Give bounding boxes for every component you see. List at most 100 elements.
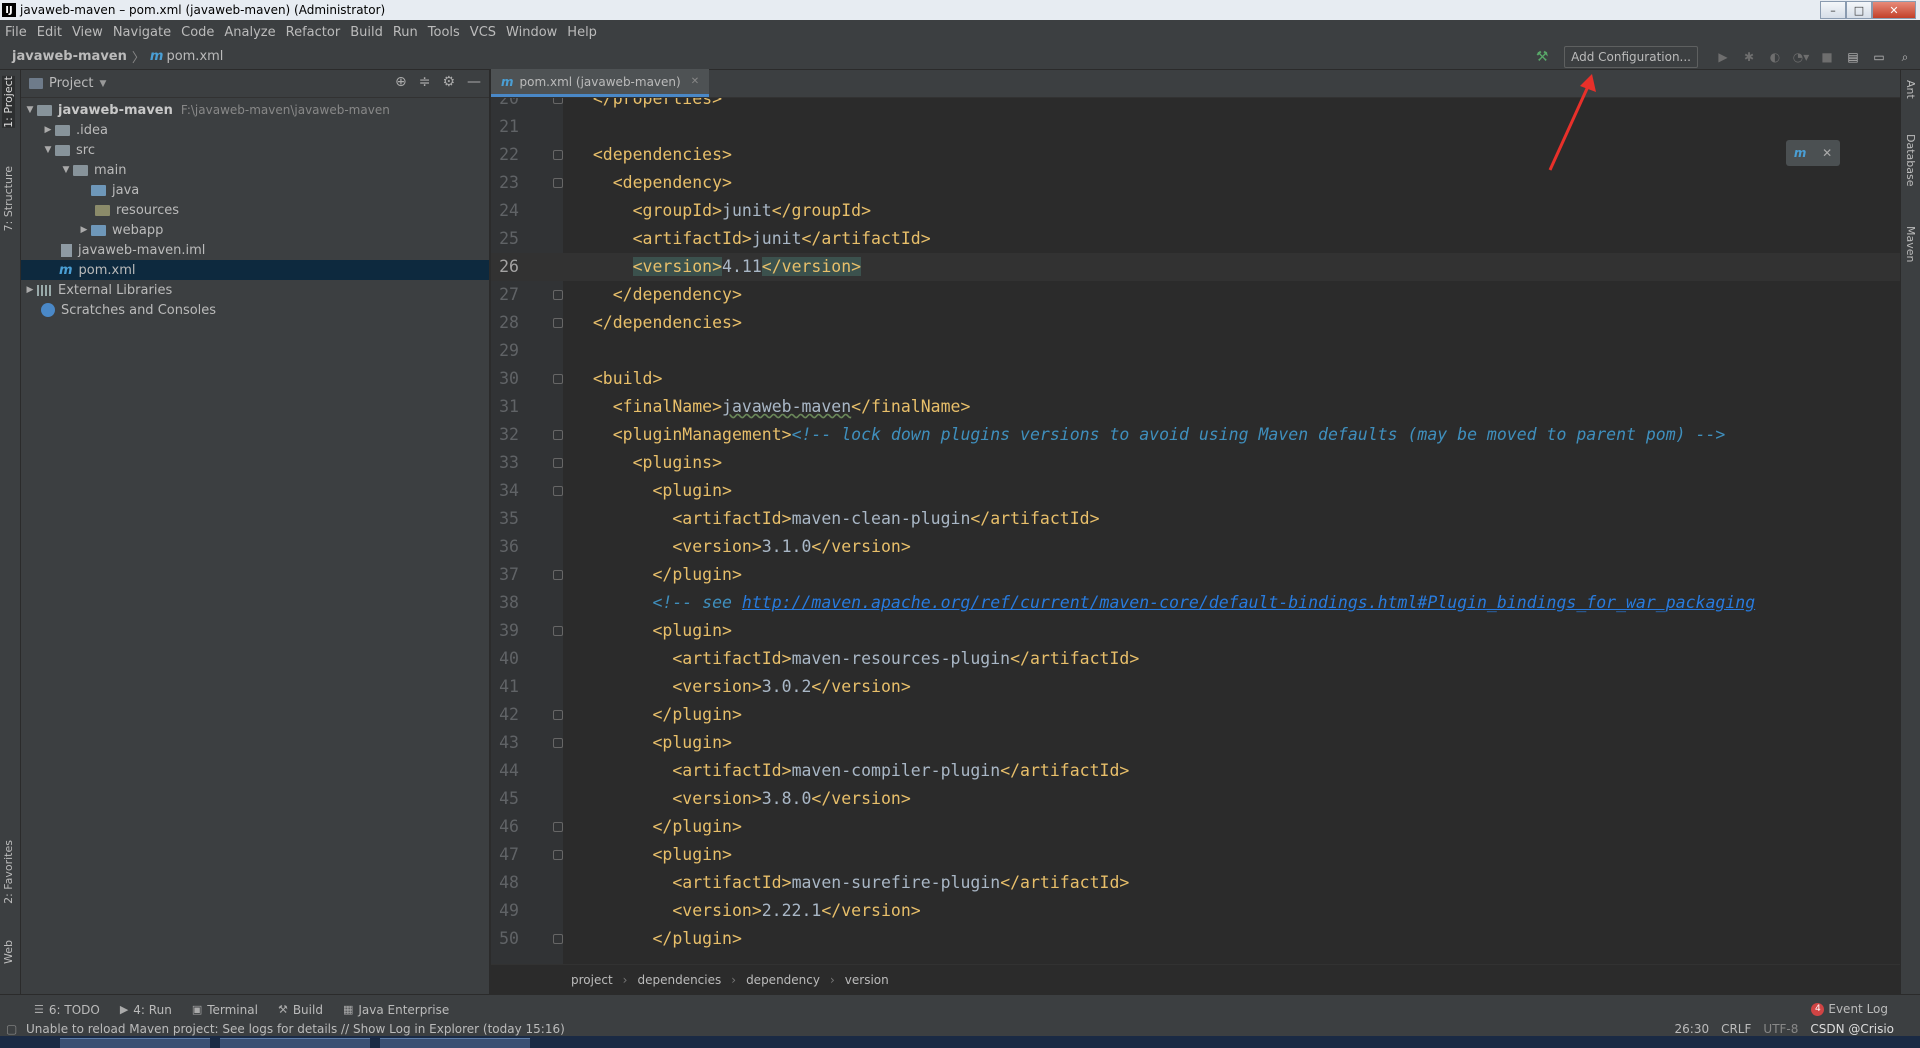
- code-line[interactable]: 24 <groupId>junit</groupId>: [491, 197, 1900, 225]
- code-line[interactable]: 21: [491, 113, 1900, 141]
- menu-run[interactable]: Run: [388, 25, 423, 40]
- tree-item-external-libraries[interactable]: ▶ External Libraries: [21, 280, 489, 300]
- build-hammer-icon[interactable]: ⚒: [1534, 49, 1550, 65]
- close-tab-icon[interactable]: ✕: [691, 76, 699, 87]
- collapsed-arrow-icon[interactable]: ▶: [23, 285, 37, 295]
- crumb-dependencies[interactable]: dependencies: [637, 973, 721, 987]
- code-line[interactable]: 32 <pluginManagement><!-- lock down plug…: [491, 421, 1900, 449]
- crumb-version[interactable]: version: [845, 973, 889, 987]
- database-tool-tab[interactable]: Database: [1904, 134, 1917, 187]
- code-line[interactable]: 29: [491, 337, 1900, 365]
- collapsed-arrow-icon[interactable]: ▶: [77, 225, 91, 235]
- code-line[interactable]: 46 </plugin>: [491, 813, 1900, 841]
- tree-item-webapp[interactable]: ▶ webapp: [21, 220, 489, 240]
- crumb-project[interactable]: project: [571, 973, 613, 987]
- gear-icon[interactable]: ⚙: [442, 74, 455, 90]
- close-icon[interactable]: ✕: [1822, 146, 1832, 160]
- ant-tool-tab[interactable]: Ant: [1904, 80, 1917, 99]
- status-toggle-icon[interactable]: ▢: [6, 1022, 17, 1036]
- expanded-arrow-icon[interactable]: ▼: [23, 105, 37, 115]
- hide-panel-icon[interactable]: —: [467, 74, 481, 90]
- fold-marker-icon[interactable]: [553, 318, 563, 328]
- tree-item-main[interactable]: ▼ main: [21, 160, 489, 180]
- code-line[interactable]: 39 <plugin>: [491, 617, 1900, 645]
- caret-position[interactable]: 26:30: [1675, 1022, 1710, 1036]
- tree-item-idea[interactable]: ▶ .idea: [21, 120, 489, 140]
- code-line[interactable]: 38 <!-- see http://maven.apache.org/ref/…: [491, 589, 1900, 617]
- taskbar-item[interactable]: [380, 1038, 530, 1048]
- fold-marker-icon[interactable]: [553, 934, 563, 944]
- code-line[interactable]: 25 <artifactId>junit</artifactId>: [491, 225, 1900, 253]
- tree-item-resources[interactable]: resources: [21, 200, 489, 220]
- menu-file[interactable]: File: [0, 25, 32, 40]
- fold-marker-icon[interactable]: [553, 822, 563, 832]
- tree-item-scratches[interactable]: Scratches and Consoles: [21, 300, 489, 320]
- code-line[interactable]: 40 <artifactId>maven-resources-plugin</a…: [491, 645, 1900, 673]
- code-line[interactable]: 35 <artifactId>maven-clean-plugin</artif…: [491, 505, 1900, 533]
- menu-edit[interactable]: Edit: [32, 25, 67, 40]
- fold-marker-icon[interactable]: [553, 570, 563, 580]
- crumb-dependency[interactable]: dependency: [746, 973, 820, 987]
- maximize-icon[interactable]: □: [1846, 1, 1872, 19]
- dropdown-caret-icon[interactable]: ▼: [99, 79, 106, 89]
- menu-help[interactable]: Help: [562, 25, 602, 40]
- menu-window[interactable]: Window: [501, 25, 562, 40]
- fold-marker-icon[interactable]: [553, 710, 563, 720]
- code-line[interactable]: 44 <artifactId>maven-compiler-plugin</ar…: [491, 757, 1900, 785]
- fold-marker-icon[interactable]: [553, 458, 563, 468]
- code-line[interactable]: 28 </dependencies>: [491, 309, 1900, 337]
- maven-tool-tab[interactable]: Maven: [1904, 226, 1917, 262]
- tree-item-root[interactable]: ▼ javaweb-maven F:\javaweb-maven\javaweb…: [21, 100, 489, 120]
- tab-pom-xml[interactable]: m pom.xml (javaweb-maven) ✕: [491, 69, 710, 97]
- search-icon[interactable]: ⌕: [1894, 46, 1916, 68]
- stop-icon[interactable]: ■: [1816, 46, 1838, 68]
- fold-marker-icon[interactable]: [553, 150, 563, 160]
- tree-item-pom[interactable]: m pom.xml: [21, 260, 489, 280]
- code-line[interactable]: 30 <build>: [491, 365, 1900, 393]
- favorites-tool-tab[interactable]: 2: Favorites: [2, 840, 15, 904]
- terminal-tool-button[interactable]: ▣ Terminal: [192, 1003, 258, 1017]
- menu-analyze[interactable]: Analyze: [219, 25, 280, 40]
- code-line[interactable]: 26 <version>4.11</version>: [491, 253, 1900, 281]
- taskbar-item[interactable]: [220, 1038, 370, 1048]
- todo-tool-button[interactable]: ☰ 6: TODO: [34, 1003, 100, 1017]
- project-tool-tab[interactable]: 1: Project: [2, 76, 15, 128]
- coverage-icon[interactable]: ◐: [1764, 46, 1786, 68]
- code-line[interactable]: 49 <version>2.22.1</version>: [491, 897, 1900, 925]
- expanded-arrow-icon[interactable]: ▼: [41, 145, 55, 155]
- code-line[interactable]: 34 <plugin>: [491, 477, 1900, 505]
- code-line[interactable]: 22 <dependencies>: [491, 141, 1900, 169]
- maven-reload-icon[interactable]: m: [1794, 146, 1807, 160]
- menu-build[interactable]: Build: [345, 25, 388, 40]
- web-tool-tab[interactable]: Web: [2, 940, 15, 964]
- fold-marker-icon[interactable]: [553, 374, 563, 384]
- tree-item-iml[interactable]: javaweb-maven.iml: [21, 240, 489, 260]
- status-message[interactable]: Unable to reload Maven project: See logs…: [26, 1022, 565, 1036]
- build-tool-button[interactable]: ⚒ Build: [278, 1003, 323, 1017]
- code-line[interactable]: 23 <dependency>: [491, 169, 1900, 197]
- menu-code[interactable]: Code: [176, 25, 219, 40]
- collapsed-arrow-icon[interactable]: ▶: [41, 125, 55, 135]
- line-separator[interactable]: CRLF: [1721, 1022, 1751, 1036]
- menu-tools[interactable]: Tools: [423, 25, 465, 40]
- code-line[interactable]: 41 <version>3.0.2</version>: [491, 673, 1900, 701]
- fold-marker-icon[interactable]: [553, 98, 563, 104]
- menu-navigate[interactable]: Navigate: [108, 25, 176, 40]
- add-configuration-button[interactable]: Add Configuration...: [1564, 46, 1698, 68]
- close-icon[interactable]: ✕: [1872, 1, 1916, 19]
- menu-vcs[interactable]: VCS: [465, 25, 501, 40]
- code-line[interactable]: 45 <version>3.8.0</version>: [491, 785, 1900, 813]
- fold-marker-icon[interactable]: [553, 738, 563, 748]
- code-line[interactable]: 36 <version>3.1.0</version>: [491, 533, 1900, 561]
- code-line[interactable]: 27 </dependency>: [491, 281, 1900, 309]
- code-line[interactable]: 33 <plugins>: [491, 449, 1900, 477]
- structure-tool-tab[interactable]: 7: Structure: [2, 166, 15, 231]
- fold-marker-icon[interactable]: [553, 850, 563, 860]
- debug-icon[interactable]: ✱: [1738, 46, 1760, 68]
- run-icon[interactable]: ▶: [1712, 46, 1734, 68]
- collapse-all-icon[interactable]: ≑: [419, 74, 431, 90]
- fold-marker-icon[interactable]: [553, 290, 563, 300]
- project-structure-icon[interactable]: ▤: [1842, 46, 1864, 68]
- fold-marker-icon[interactable]: [553, 430, 563, 440]
- tree-item-java[interactable]: java: [21, 180, 489, 200]
